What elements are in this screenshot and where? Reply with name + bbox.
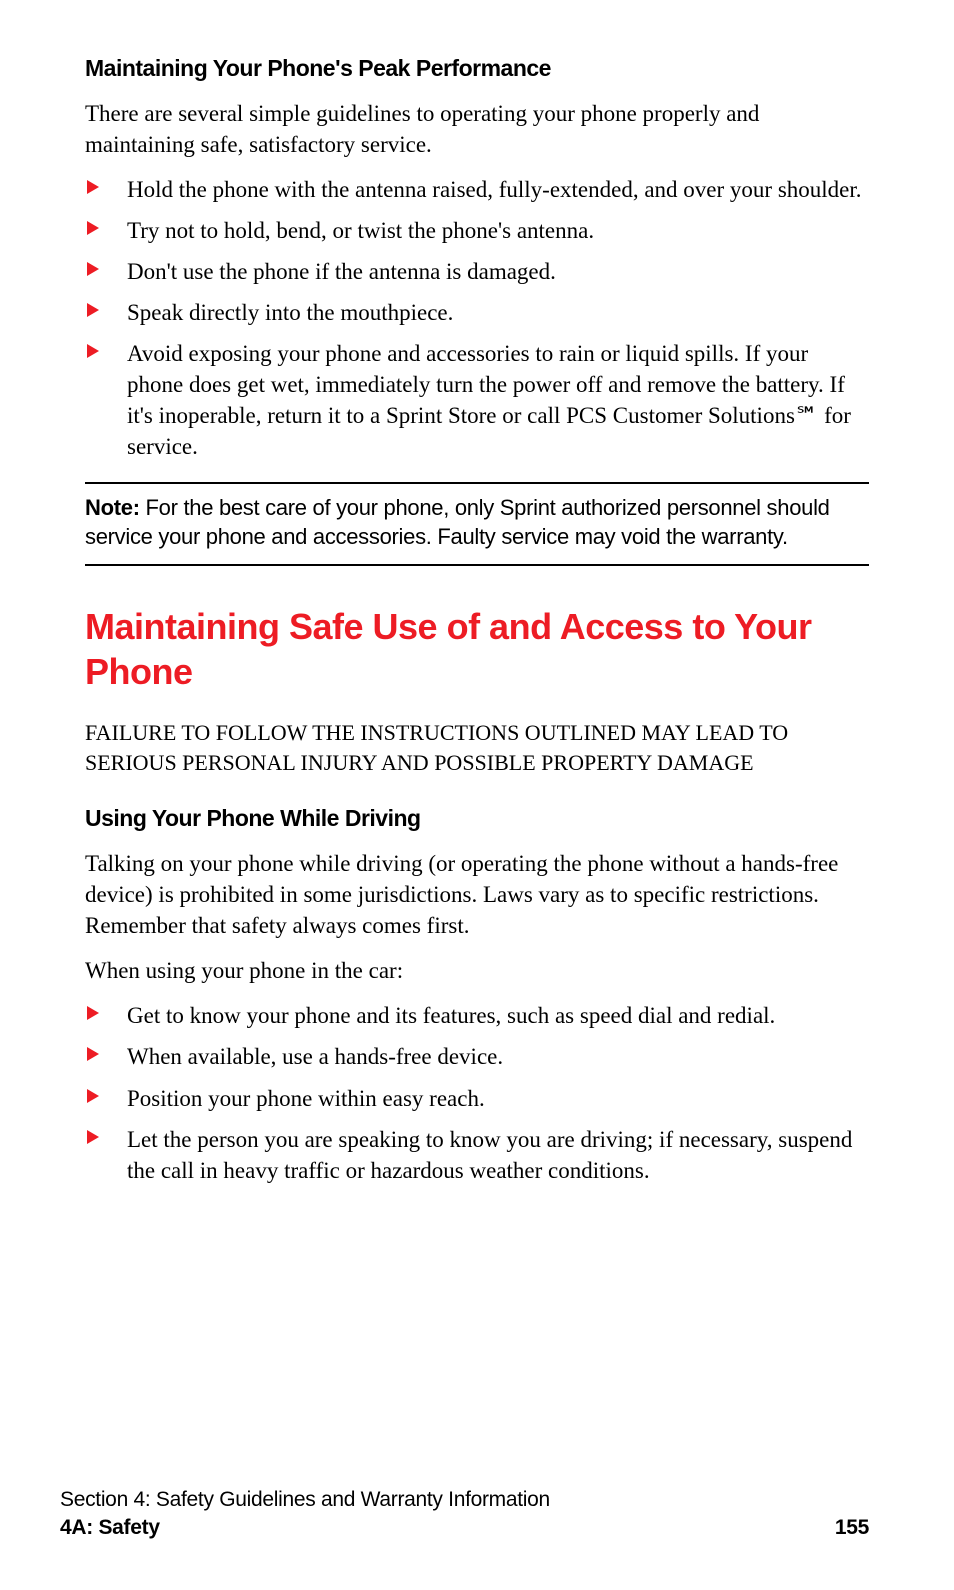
list-item-text: Speak directly into the mouthpiece. bbox=[127, 300, 453, 325]
subheading-maintaining-performance: Maintaining Your Phone's Peak Performanc… bbox=[85, 55, 869, 82]
warning-text: FAILURE TO FOLLOW THE INSTRUCTIONS OUTLI… bbox=[85, 718, 869, 780]
driving-bullet-list: Get to know your phone and its features,… bbox=[85, 1000, 869, 1185]
list-item: Get to know your phone and its features,… bbox=[85, 1000, 869, 1031]
list-item: Hold the phone with the antenna raised, … bbox=[85, 174, 869, 205]
bullet-arrow-icon bbox=[87, 1047, 99, 1061]
list-item-text: Avoid exposing your phone and accessorie… bbox=[127, 341, 851, 459]
bullet-arrow-icon bbox=[87, 262, 99, 276]
list-item: Speak directly into the mouthpiece. bbox=[85, 297, 869, 328]
footer-page-number: 155 bbox=[835, 1516, 869, 1540]
list-item: Let the person you are speaking to know … bbox=[85, 1124, 869, 1186]
list-item-text: Don't use the phone if the antenna is da… bbox=[127, 259, 556, 284]
page-footer: Section 4: Safety Guidelines and Warrant… bbox=[60, 1488, 869, 1540]
performance-bullet-list: Hold the phone with the antenna raised, … bbox=[85, 174, 869, 462]
note-label: Note: bbox=[85, 495, 140, 520]
list-item: Don't use the phone if the antenna is da… bbox=[85, 256, 869, 287]
bullet-arrow-icon bbox=[87, 221, 99, 235]
footer-chapter: 4A: Safety bbox=[60, 1516, 160, 1540]
note-box: Note: For the best care of your phone, o… bbox=[85, 482, 869, 565]
intro-paragraph: There are several simple guidelines to o… bbox=[85, 98, 869, 160]
driving-paragraph-1: Talking on your phone while driving (or … bbox=[85, 848, 869, 941]
bullet-arrow-icon bbox=[87, 303, 99, 317]
bullet-arrow-icon bbox=[87, 1130, 99, 1144]
section-title-safe-use: Maintaining Safe Use of and Access to Yo… bbox=[85, 604, 869, 694]
list-item-text: Let the person you are speaking to know … bbox=[127, 1127, 852, 1183]
list-item: Avoid exposing your phone and accessorie… bbox=[85, 338, 869, 462]
note-text: For the best care of your phone, only Sp… bbox=[85, 495, 830, 549]
list-item-text: When available, use a hands-free device. bbox=[127, 1044, 503, 1069]
list-item: When available, use a hands-free device. bbox=[85, 1041, 869, 1072]
list-item-text: Try not to hold, bend, or twist the phon… bbox=[127, 218, 594, 243]
list-item: Position your phone within easy reach. bbox=[85, 1083, 869, 1114]
bullet-arrow-icon bbox=[87, 1006, 99, 1020]
footer-section-line: Section 4: Safety Guidelines and Warrant… bbox=[60, 1488, 869, 1512]
bullet-arrow-icon bbox=[87, 344, 99, 358]
list-item: Try not to hold, bend, or twist the phon… bbox=[85, 215, 869, 246]
list-item-text: Hold the phone with the antenna raised, … bbox=[127, 177, 862, 202]
subheading-driving: Using Your Phone While Driving bbox=[85, 805, 869, 832]
list-item-text: Position your phone within easy reach. bbox=[127, 1086, 485, 1111]
bullet-arrow-icon bbox=[87, 180, 99, 194]
bullet-arrow-icon bbox=[87, 1089, 99, 1103]
list-item-text: Get to know your phone and its features,… bbox=[127, 1003, 775, 1028]
driving-paragraph-2: When using your phone in the car: bbox=[85, 955, 869, 986]
